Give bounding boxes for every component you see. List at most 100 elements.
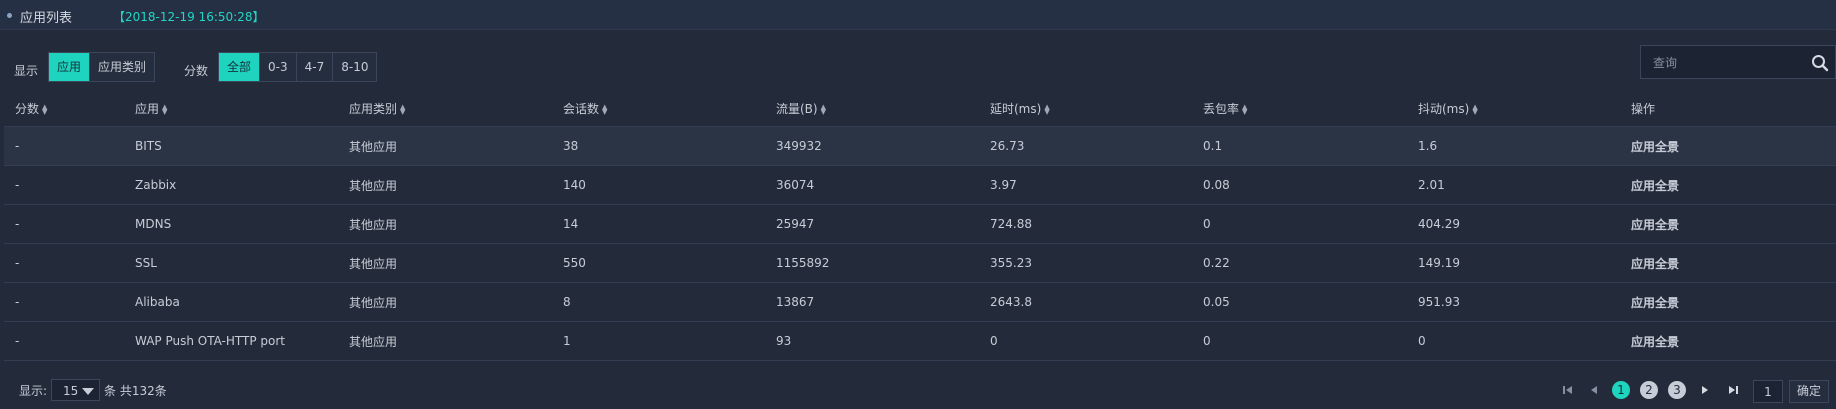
cell-sessions: 550: [552, 243, 765, 283]
cell-traffic: 36074: [765, 165, 979, 205]
cell-category: 其他应用: [338, 243, 552, 283]
score-option-all[interactable]: 全部: [219, 53, 261, 81]
table-row: - Zabbix 其他应用 140 36074 3.97 0.08 2.01 应…: [4, 165, 1836, 205]
cell-jitter: 0: [1407, 321, 1620, 361]
app-panorama-link[interactable]: 应用全景: [1620, 282, 1836, 322]
sort-icon[interactable]: ▲ ▼: [1242, 103, 1247, 115]
search-icon[interactable]: [1811, 54, 1829, 72]
chevron-down-icon: [82, 388, 94, 395]
column-header-action: 操作: [1620, 91, 1836, 127]
app-table: 分数 ▲ ▼ 应用 ▲ ▼ 应用类别 ▲ ▼ 会话数 ▲ ▼ 流量(B) ▲ ▼ 延时(ms) ▲ ▼ …: [4, 91, 1836, 361]
sort-icon[interactable]: ▲ ▼: [821, 103, 826, 115]
cell-sessions: 1: [552, 321, 765, 361]
goto-page-input[interactable]: [1753, 380, 1783, 403]
cell-score: -: [4, 243, 124, 283]
cell-category: 其他应用: [338, 204, 552, 244]
column-header-app[interactable]: 应用 ▲ ▼: [124, 91, 338, 127]
sort-icon[interactable]: ▲ ▼: [400, 103, 405, 115]
display-option-category[interactable]: 应用类别: [90, 53, 155, 81]
page-size-select[interactable]: 15: [51, 379, 100, 401]
cell-app[interactable]: SSL: [124, 243, 338, 283]
page-title: 应用列表: [20, 11, 73, 26]
total-count: 条 共132条: [104, 384, 167, 398]
cell-app[interactable]: BITS: [124, 126, 338, 166]
app-panorama-link[interactable]: 应用全景: [1620, 321, 1836, 361]
cell-latency: 724.88: [979, 204, 1192, 244]
display-filter-group: 应用 应用类别: [48, 52, 156, 82]
column-header-jitter[interactable]: 抖动(ms) ▲ ▼: [1407, 91, 1620, 127]
search-input[interactable]: [1651, 53, 1805, 73]
cell-jitter: 149.19: [1407, 243, 1620, 283]
cell-sessions: 140: [552, 165, 765, 205]
cell-sessions: 38: [552, 126, 765, 166]
table-row: - MDNS 其他应用 14 25947 724.88 0 404.29 应用全…: [4, 204, 1836, 244]
cell-latency: 2643.8: [979, 282, 1192, 322]
cell-score: -: [4, 204, 124, 244]
page-size-label: 显示:: [19, 384, 48, 398]
sort-icon[interactable]: ▲ ▼: [602, 103, 607, 115]
cell-jitter: 2.01: [1407, 165, 1620, 205]
page-3-button[interactable]: 3: [1668, 381, 1686, 399]
column-header-sessions[interactable]: 会话数 ▲ ▼: [552, 91, 765, 127]
column-header-score[interactable]: 分数 ▲ ▼: [4, 91, 124, 127]
bullet-icon: [7, 13, 12, 18]
cell-latency: 0: [979, 321, 1192, 361]
app-panorama-link[interactable]: 应用全景: [1620, 165, 1836, 205]
search-box: [1640, 45, 1836, 79]
sort-icon[interactable]: ▲ ▼: [1472, 103, 1477, 115]
page-2-button[interactable]: 2: [1640, 381, 1658, 399]
cell-app[interactable]: Zabbix: [124, 165, 338, 205]
cell-jitter: 951.93: [1407, 282, 1620, 322]
cell-traffic: 25947: [765, 204, 979, 244]
cell-loss: 0.08: [1192, 165, 1407, 205]
cell-loss: 0.22: [1192, 243, 1407, 283]
score-option-8-10[interactable]: 8-10: [333, 53, 377, 81]
app-panorama-link[interactable]: 应用全景: [1620, 243, 1836, 283]
app-panorama-link[interactable]: 应用全景: [1620, 126, 1836, 166]
table-row: - SSL 其他应用 550 1155892 355.23 0.22 149.1…: [4, 243, 1836, 283]
score-option-0-3[interactable]: 0-3: [260, 53, 297, 81]
column-header-traffic[interactable]: 流量(B) ▲ ▼: [765, 91, 979, 127]
page-1-button[interactable]: 1: [1612, 381, 1630, 399]
table-header-row: 分数 ▲ ▼ 应用 ▲ ▼ 应用类别 ▲ ▼ 会话数 ▲ ▼ 流量(B) ▲ ▼ 延时(ms) ▲ ▼ …: [4, 91, 1836, 127]
cell-score: -: [4, 165, 124, 205]
cell-sessions: 14: [552, 204, 765, 244]
display-option-app[interactable]: 应用: [49, 53, 91, 81]
cell-latency: 26.73: [979, 126, 1192, 166]
sort-icon[interactable]: ▲ ▼: [42, 103, 47, 115]
cell-sessions: 8: [552, 282, 765, 322]
cell-loss: 0.05: [1192, 282, 1407, 322]
cell-app[interactable]: MDNS: [124, 204, 338, 244]
last-page-icon[interactable]: [1726, 383, 1740, 397]
cell-traffic: 13867: [765, 282, 979, 322]
cell-app[interactable]: Alibaba: [124, 282, 338, 322]
column-header-loss[interactable]: 丢包率 ▲ ▼: [1192, 91, 1407, 127]
confirm-button[interactable]: 确定: [1789, 380, 1829, 403]
cell-score: -: [4, 321, 124, 361]
prev-page-icon[interactable]: [1587, 383, 1601, 397]
header-bar: 应用列表 【2018-12-19 16:50:28】: [0, 0, 1836, 30]
cell-app[interactable]: WAP Push OTA-HTTP port: [124, 321, 338, 361]
score-option-4-7[interactable]: 4-7: [296, 53, 334, 81]
cell-jitter: 404.29: [1407, 204, 1620, 244]
sort-icon[interactable]: ▲ ▼: [1044, 103, 1049, 115]
cell-score: -: [4, 282, 124, 322]
column-header-category[interactable]: 应用类别 ▲ ▼: [338, 91, 552, 127]
cell-traffic: 1155892: [765, 243, 979, 283]
table-row: - BITS 其他应用 38 349932 26.73 0.1 1.6 应用全景: [4, 126, 1836, 166]
cell-category: 其他应用: [338, 126, 552, 166]
cell-jitter: 1.6: [1407, 126, 1620, 166]
table-row: - Alibaba 其他应用 8 13867 2643.8 0.05 951.9…: [4, 282, 1836, 322]
next-page-icon[interactable]: [1698, 383, 1712, 397]
cell-loss: 0: [1192, 204, 1407, 244]
score-filter-label: 分数: [184, 64, 209, 78]
cell-score: -: [4, 126, 124, 166]
app-panorama-link[interactable]: 应用全景: [1620, 204, 1836, 244]
sort-icon[interactable]: ▲ ▼: [162, 103, 167, 115]
column-header-latency[interactable]: 延时(ms) ▲ ▼: [979, 91, 1192, 127]
cell-category: 其他应用: [338, 282, 552, 322]
first-page-icon[interactable]: [1561, 383, 1575, 397]
timestamp: 【2018-12-19 16:50:28】: [113, 10, 265, 24]
page-size-value: 15: [63, 384, 79, 398]
table-row: - WAP Push OTA-HTTP port 其他应用 1 93 0 0 0…: [4, 321, 1836, 361]
